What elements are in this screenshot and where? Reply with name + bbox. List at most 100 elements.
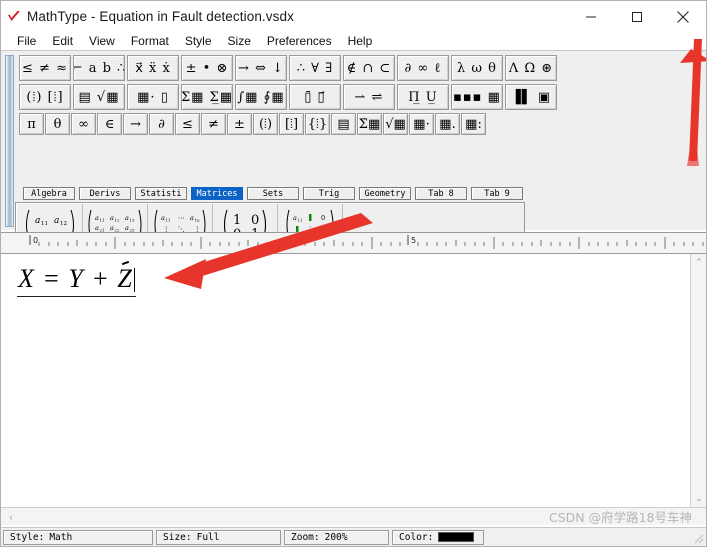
vertical-scrollbar[interactable]: ⌃ ⌄: [690, 254, 706, 507]
svg-text:11: 11: [100, 218, 105, 223]
menu-item-view[interactable]: View: [81, 33, 123, 49]
scroll-left-button[interactable]: ‹: [3, 508, 19, 525]
greek-uppercase-palette-button[interactable]: Λ Ω ⊛: [505, 55, 557, 81]
menu-item-edit[interactable]: Edit: [44, 33, 81, 49]
template-summation-button[interactable]: Σ̇▦: [357, 113, 382, 135]
resize-grip-icon[interactable]: [692, 532, 704, 544]
template-square-fence-button[interactable]: [⦙]: [279, 113, 304, 135]
symbol-right-arrow-button[interactable]: →: [123, 113, 148, 135]
menu-item-style[interactable]: Style: [177, 33, 220, 49]
menu-item-size[interactable]: Size: [220, 33, 259, 49]
svg-text:12: 12: [60, 221, 67, 227]
symbol-element-of-button[interactable]: ∈: [97, 113, 122, 135]
spaces-and-dots-palette-button[interactable]: ⌐ a b ∴: [73, 55, 125, 81]
arrows-palette-button[interactable]: → ⇔ ↓: [235, 55, 287, 81]
status-color-label: Color:: [399, 531, 434, 543]
svg-text:a: a: [110, 214, 114, 222]
close-button[interactable]: [660, 1, 706, 32]
status-color-cell[interactable]: Color:: [392, 529, 484, 545]
status-zoom-cell[interactable]: Zoom: 200%: [284, 529, 389, 545]
miscellaneous-palette-button[interactable]: ∂ ∞ ℓ: [397, 55, 449, 81]
relations-palette-button[interactable]: ≤ ≠ ≈: [19, 55, 71, 81]
symbol-theta-button[interactable]: θ: [45, 113, 70, 135]
tab-trig[interactable]: Trig: [303, 187, 355, 200]
svg-text:13: 13: [130, 218, 136, 223]
template-radical-button[interactable]: √▦: [383, 113, 408, 135]
ruler-ticks-icon: 0 5: [1, 233, 706, 253]
tab-derivs[interactable]: Derivs: [79, 187, 131, 200]
matrix-templates-palette-button[interactable]: ▪▪▪ ▦: [451, 84, 503, 110]
svg-text:0: 0: [251, 213, 259, 228]
horizontal-ruler[interactable]: 0 5: [1, 232, 706, 254]
minimize-button[interactable]: [568, 1, 614, 32]
svg-text:11: 11: [41, 221, 48, 227]
equation-expression[interactable]: X = Y + Z: [17, 264, 136, 297]
maximize-icon: [632, 11, 642, 22]
greek-lowercase-palette-button[interactable]: λ ω θ: [451, 55, 503, 81]
symbol-plus-minus-button[interactable]: ±: [227, 113, 252, 135]
template-subscript-button[interactable]: ▦.: [435, 113, 460, 135]
integral-templates-palette-button[interactable]: ∫▦ ∮▦: [235, 84, 287, 110]
svg-text:12: 12: [115, 218, 121, 223]
scroll-down-button[interactable]: ⌄: [691, 490, 706, 507]
svg-text:⋯: ⋯: [178, 214, 185, 222]
status-style-value: Math: [49, 531, 73, 543]
svg-text:1: 1: [233, 213, 241, 228]
template-palette-row: (⦙) [⦙] ▤ √▦ ▦· ▯ Σ▦ Σ̲▦ ∫▦ ∮▦ ▯̄ ▯⃗ ⇀ ⇌…: [19, 84, 559, 110]
status-color-swatch[interactable]: [438, 532, 475, 542]
svg-text:a: a: [125, 214, 129, 222]
minimize-icon: [586, 16, 596, 17]
symbol-less-than-or-equal-button[interactable]: ≤: [175, 113, 200, 135]
title-bar: MathType - Equation in Fault detection.v…: [1, 1, 706, 32]
status-size-value: Full: [196, 531, 220, 543]
horizontal-scrollbar[interactable]: ‹: [1, 507, 706, 525]
template-sub-superscript-button[interactable]: ▦:: [461, 113, 486, 135]
underbar-overbar-templates-palette-button[interactable]: ▯̄ ▯⃗: [289, 84, 341, 110]
tab-8[interactable]: Tab 8: [415, 187, 467, 200]
subscript-superscript-templates-palette-button[interactable]: ▦· ▯: [127, 84, 179, 110]
status-zoom-value: 200%: [324, 531, 348, 543]
large-matrix-templates-palette-button[interactable]: ▐▌ ▣: [505, 84, 557, 110]
fence-templates-palette-button[interactable]: (⦙) [⦙]: [19, 84, 71, 110]
tab-matrices[interactable]: Matrices: [191, 187, 243, 200]
menu-item-preferences[interactable]: Preferences: [259, 33, 340, 49]
status-style-cell[interactable]: Style: Math: [3, 529, 153, 545]
tab-statisti[interactable]: Statisti: [135, 187, 187, 200]
tab-geometry[interactable]: Geometry: [359, 187, 411, 200]
embellishments-palette-button[interactable]: x⃗ ẍ ẋ: [127, 55, 179, 81]
svg-text:a: a: [35, 216, 40, 226]
menu-item-help[interactable]: Help: [340, 33, 381, 49]
set-theory-palette-button[interactable]: ∉ ∩ ⊂: [343, 55, 395, 81]
status-style-label: Style:: [10, 531, 45, 543]
template-superscript-button[interactable]: ▦·: [409, 113, 434, 135]
toolbar-drag-gripper[interactable]: [5, 55, 14, 227]
template-curly-fence-button[interactable]: {⦙}: [305, 113, 330, 135]
svg-text:a: a: [54, 216, 59, 226]
scroll-up-button[interactable]: ⌃: [691, 254, 706, 271]
fraction-radical-templates-palette-button[interactable]: ▤ √▦: [73, 84, 125, 110]
logic-palette-button[interactable]: ∴ ∀ ∃: [289, 55, 341, 81]
menu-item-format[interactable]: Format: [123, 33, 177, 49]
operators-palette-button[interactable]: ± • ⊗: [181, 55, 233, 81]
tab-algebra[interactable]: Algebra: [23, 187, 75, 200]
labeled-arrow-templates-palette-button[interactable]: ⇀ ⇌: [343, 84, 395, 110]
template-round-fence-button[interactable]: (⦙): [253, 113, 278, 135]
equation-canvas[interactable]: X = Y + Z: [1, 254, 706, 507]
svg-text:a: a: [190, 214, 194, 222]
menu-item-file[interactable]: File: [9, 33, 44, 49]
symbol-not-equal-button[interactable]: ≠: [201, 113, 226, 135]
tab-9[interactable]: Tab 9: [471, 187, 523, 200]
tab-sets[interactable]: Sets: [247, 187, 299, 200]
maximize-button[interactable]: [614, 1, 660, 32]
product-set-theory-templates-palette-button[interactable]: Π̲ U̲: [397, 84, 449, 110]
summation-templates-palette-button[interactable]: Σ▦ Σ̲▦: [181, 84, 233, 110]
symbol-infinity-button[interactable]: ∞: [71, 113, 96, 135]
status-size-cell[interactable]: Size: Full: [156, 529, 281, 545]
template-fraction-button[interactable]: ▤: [331, 113, 356, 135]
symbol-partial-derivative-button[interactable]: ∂: [149, 113, 174, 135]
symbol-pi-button[interactable]: π: [19, 113, 44, 135]
equation-canvas-inner[interactable]: X = Y + Z: [9, 254, 686, 507]
close-icon: [677, 10, 689, 23]
window-title: MathType - Equation in Fault detection.v…: [27, 9, 294, 24]
palette-tab-bar: Algebra Derivs Statisti Matrices Sets Tr…: [23, 187, 527, 200]
